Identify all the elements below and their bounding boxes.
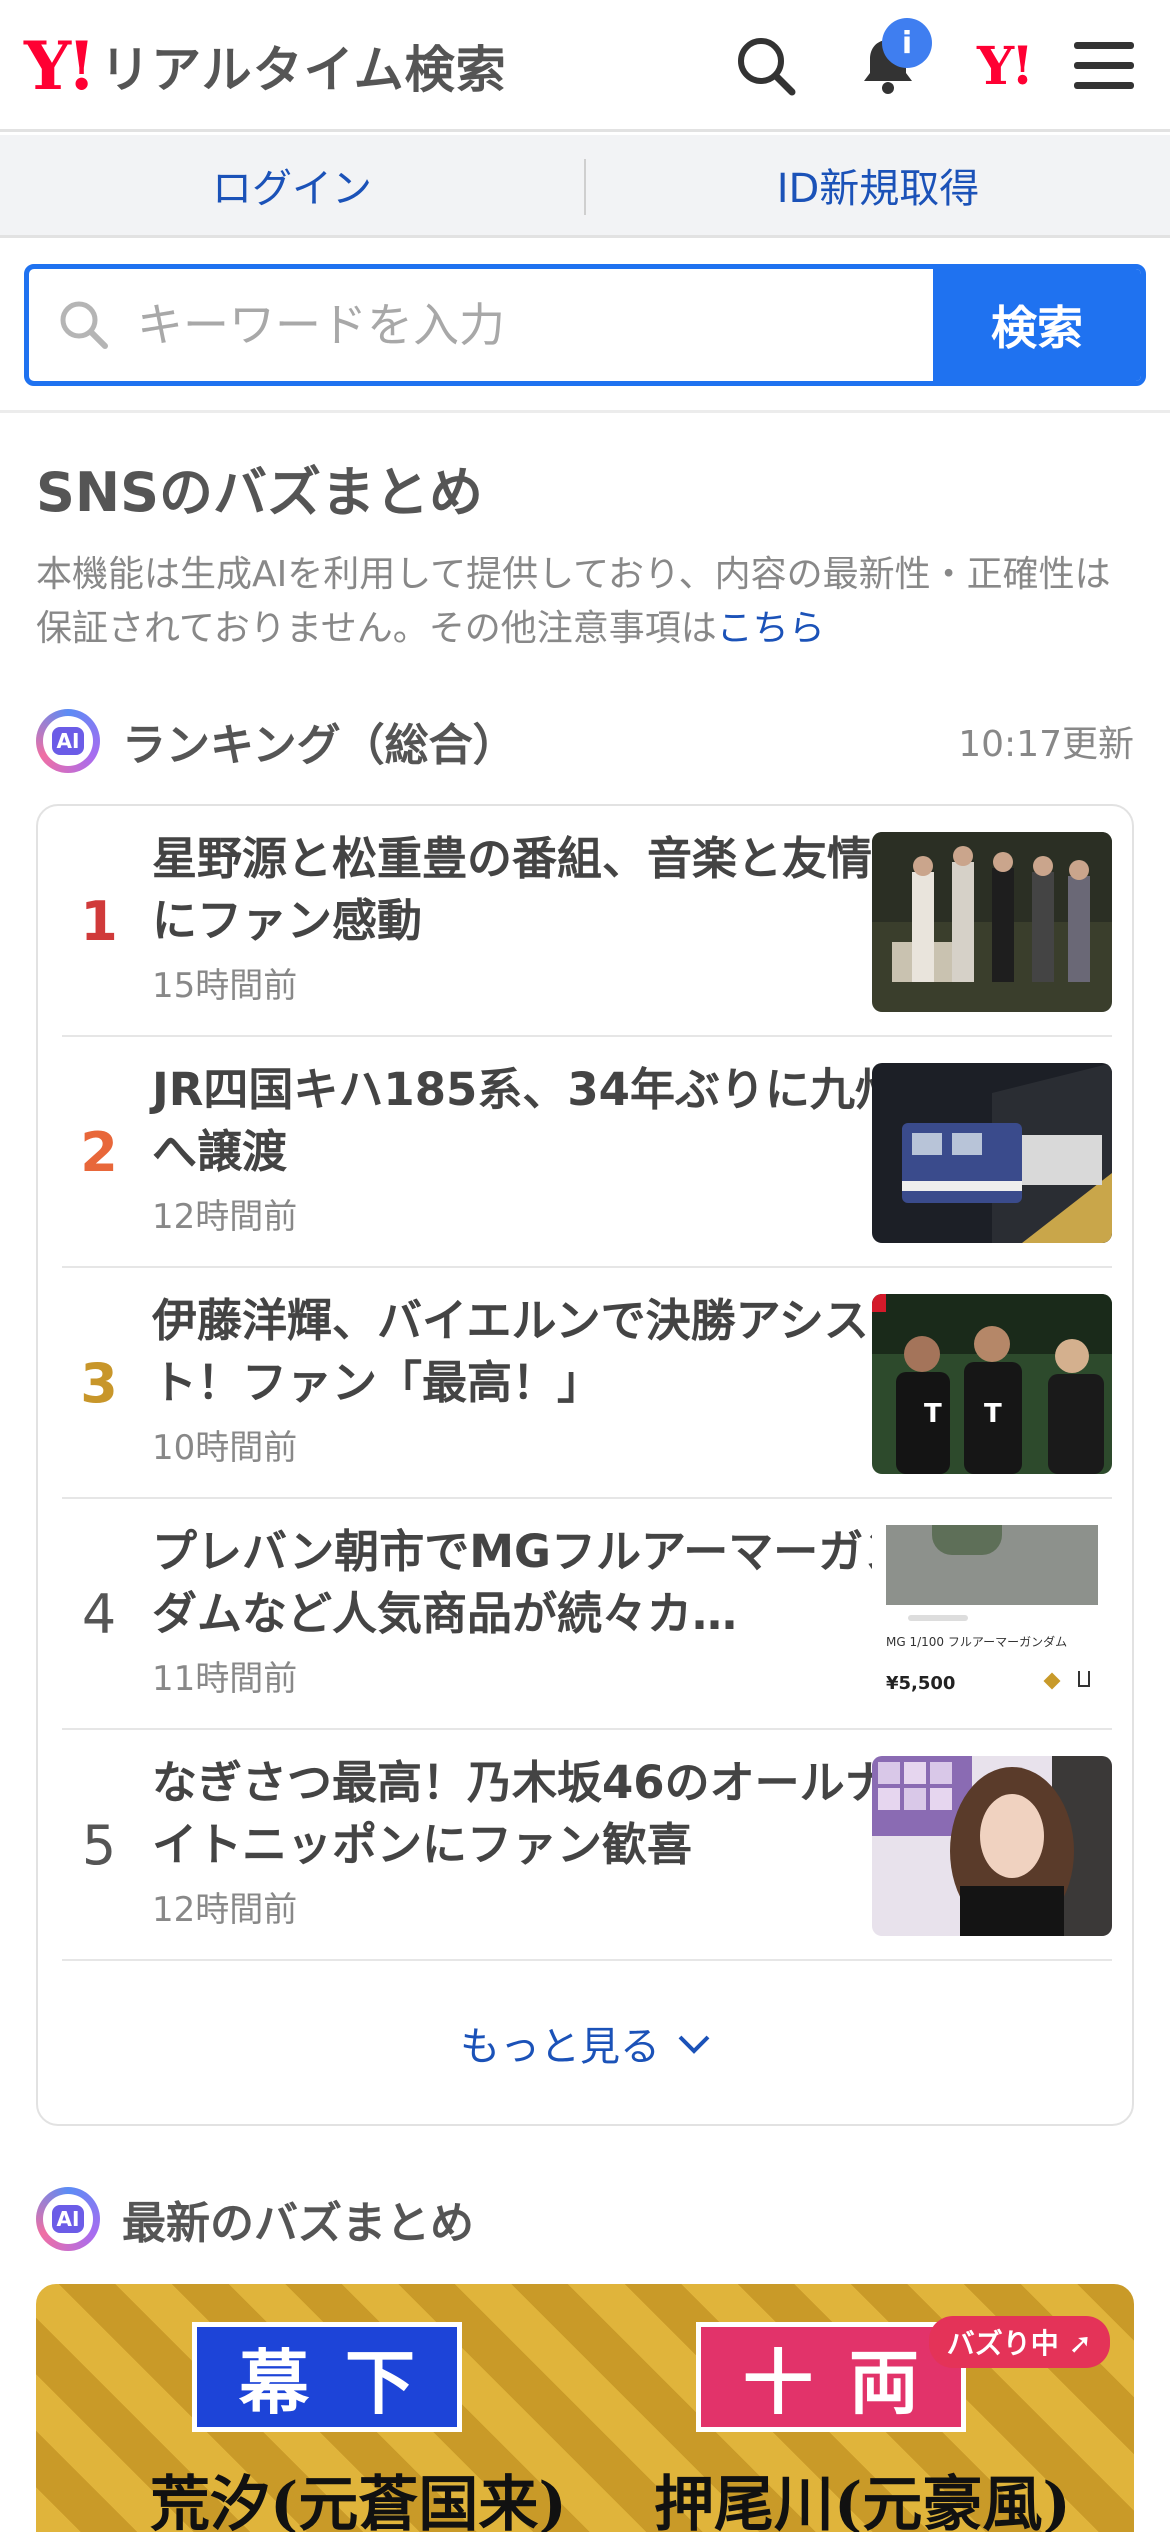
section-title: SNSのバズまとめ: [36, 461, 483, 524]
updated-time: 10:17更新: [958, 724, 1134, 765]
item-title: 星野源と松重豊の番組、音楽と友情にファン感動: [152, 832, 873, 947]
yahoo-japan-icon[interactable]: Y!: [966, 28, 1042, 104]
login-link[interactable]: ログイン: [0, 135, 584, 235]
banner-label-left: 幕下: [192, 2322, 462, 2432]
ai-icon: AI: [36, 709, 100, 773]
item-title: 伊藤洋輝、バイエルンで決勝アシスト！ファン「最高！」: [152, 1294, 869, 1409]
notice-link[interactable]: こちら: [717, 608, 825, 649]
latest-header: AI 最新のバズまとめ: [36, 2184, 474, 2254]
latest-title: 最新のバズまとめ: [122, 2198, 474, 2249]
app-header: Y! リアルタイム検索 i Y!: [0, 0, 1170, 132]
ai-notice: 本機能は生成AIを利用して提供しており、内容の最新性・正確性は保証されておりませ…: [36, 548, 1136, 656]
show-more-button[interactable]: もっと見る: [38, 1988, 1136, 2098]
latest-buzz-card[interactable]: 幕下 十両 荒汐(元蒼国来) 押尾川(元豪風) バズり中 ➚: [36, 2284, 1134, 2532]
ranking-card: 1 星野源と松重豊の番組、音楽と友情にファン感動 15時間前 2 JR四国キハ1…: [36, 804, 1134, 2126]
ranking-item[interactable]: 1 星野源と松重豊の番組、音楽と友情にファン感動 15時間前: [62, 806, 1112, 1037]
rank-number: 3: [80, 1352, 118, 1415]
search-icon: [60, 301, 108, 349]
item-title: プレバン朝市でMGフルアーマーガンダムなど人気商品が続々カ…: [152, 1525, 909, 1640]
ranking-item[interactable]: 5 なぎさつ最高！乃木坂46のオールナイトニッポンにファン歓喜 12時間前: [62, 1730, 1112, 1961]
hamburger-menu-icon[interactable]: [1066, 28, 1142, 104]
svg-text:T: T: [924, 1399, 942, 1429]
rank-number: 4: [81, 1583, 117, 1646]
logo-text: リアルタイム検索: [100, 41, 507, 99]
ranking-header: AI ランキング（総合） 10:17更新: [36, 706, 1134, 776]
notice-text: 本機能は生成AIを利用して提供しており、内容の最新性・正確性は保証されておりませ…: [36, 554, 1111, 649]
rank-number: 5: [81, 1814, 117, 1877]
banner-name-left: 荒汐(元蒼国来): [150, 2470, 567, 2532]
item-time: 10時間前: [152, 1428, 298, 1468]
signup-link[interactable]: ID新規取得: [586, 135, 1170, 235]
banner-label-right: 十両: [696, 2322, 966, 2432]
ranking-item[interactable]: 2 JR四国キハ185系、34年ぶりに九州へ譲渡 12時間前: [62, 1037, 1112, 1268]
banner-name-right: 押尾川(元豪風): [654, 2470, 1071, 2532]
item-time: 12時間前: [152, 1890, 298, 1930]
logo-mark: Y!: [24, 27, 96, 105]
item-title: なぎさつ最高！乃木坂46のオールナイトニッポンにファン歓喜: [152, 1756, 890, 1871]
search-icon[interactable]: [728, 28, 804, 104]
search-button[interactable]: 検索: [933, 269, 1141, 381]
item-thumbnail: [872, 1063, 1112, 1243]
item-time: 15時間前: [152, 966, 298, 1006]
item-title: JR四国キハ185系、34年ぶりに九州へ譲渡: [152, 1063, 900, 1178]
ranking-item[interactable]: 4 プレバン朝市でMGフルアーマーガンダムなど人気商品が続々カ… 11時間前 M…: [62, 1499, 1112, 1730]
svg-text:T: T: [984, 1399, 1002, 1429]
notification-badge: i: [882, 18, 932, 68]
ranking-title: ランキング（総合）: [122, 720, 517, 771]
yahoo-realtime-logo[interactable]: Y! リアルタイム検索: [24, 30, 507, 102]
search-bar: 検索: [24, 264, 1146, 386]
chevron-down-icon: [678, 2035, 710, 2054]
buzz-badge: バズり中 ➚: [928, 2316, 1110, 2368]
search-input[interactable]: [137, 298, 837, 352]
heart-icon: [1043, 1672, 1061, 1690]
ai-icon: AI: [36, 2187, 100, 2251]
search-field[interactable]: [29, 269, 933, 381]
thumb-price: ¥5,500: [886, 1673, 956, 1694]
auth-bar: ログイン ID新規取得: [0, 135, 1170, 238]
notification-bell-icon[interactable]: i: [850, 18, 932, 104]
item-time: 12時間前: [152, 1197, 298, 1237]
item-thumbnail: TT: [872, 1294, 1112, 1474]
divider: [0, 410, 1170, 413]
thumb-caption: MG 1/100 フルアーマーガンダム: [886, 1635, 1068, 1649]
item-thumbnail: [872, 1756, 1112, 1936]
item-time: 11時間前: [152, 1659, 298, 1699]
item-thumbnail: MG 1/100 フルアーマーガンダム ¥5,500: [872, 1525, 1112, 1705]
rank-number: 2: [80, 1121, 118, 1184]
share-icon: [1078, 1671, 1090, 1687]
rank-number: 1: [80, 890, 118, 953]
show-more-label: もっと見る: [460, 2024, 660, 2070]
item-thumbnail: [872, 832, 1112, 1012]
ranking-item[interactable]: 3 伊藤洋輝、バイエルンで決勝アシスト！ファン「最高！」 10時間前 TT: [62, 1268, 1112, 1499]
